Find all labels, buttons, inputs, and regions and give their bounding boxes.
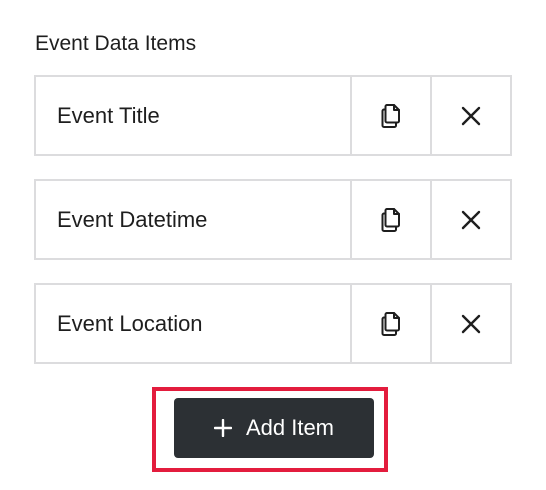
duplicate-item-button[interactable] [350,285,430,362]
copy-icon [381,207,400,232]
data-item-label[interactable]: Event Title [36,77,350,154]
remove-item-button[interactable] [430,77,510,154]
section-label: Event Data Items [35,32,197,55]
plus-icon [213,419,232,437]
data-item-label[interactable]: Event Datetime [36,181,350,258]
copy-icon [381,103,400,128]
add-item-label: Add Item [245,415,335,440]
remove-item-button[interactable] [430,181,510,258]
add-item-button[interactable]: Add Item [174,398,374,458]
copy-icon [381,311,400,336]
close-icon [461,314,481,333]
data-item-label[interactable]: Event Location [36,285,350,362]
data-item-row: Event Title [34,75,512,156]
data-item-row: Event Location [34,283,512,364]
data-item-row: Event Datetime [34,179,512,260]
duplicate-item-button[interactable] [350,77,430,154]
close-icon [461,106,481,125]
remove-item-button[interactable] [430,285,510,362]
close-icon [461,210,481,229]
duplicate-item-button[interactable] [350,181,430,258]
